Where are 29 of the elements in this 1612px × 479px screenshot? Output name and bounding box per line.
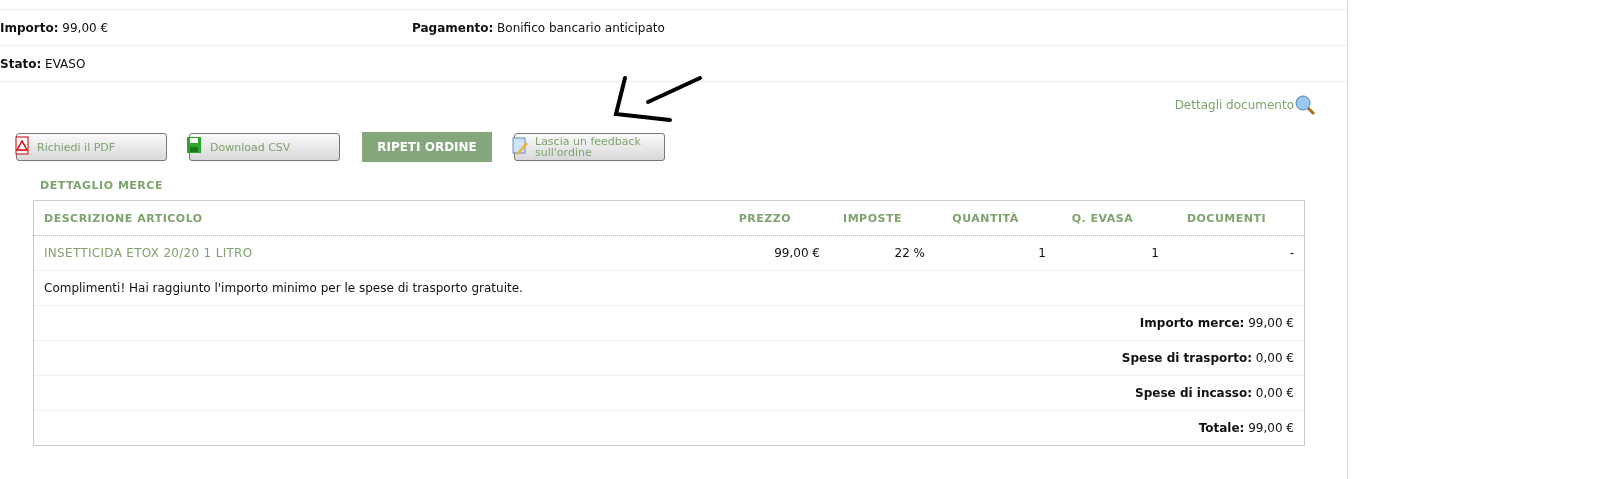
pdf-icon: [13, 136, 31, 156]
table-cell-text: 1: [1150, 246, 1159, 260]
repeat-order-button[interactable]: RIPETI ORDINE: [362, 132, 492, 162]
table-cell-text: 99,00 €: [773, 246, 820, 260]
section-title: DETTAGLIO MERCE: [39, 178, 164, 192]
total-line: Totale: 99,00 €: [1198, 421, 1294, 435]
csv-button[interactable]: Download CSV: [189, 133, 340, 161]
total-line: Importo merce: 99,00 €: [1139, 316, 1294, 330]
column-header: DOCUMENTI: [1185, 211, 1268, 225]
column-header: DESCRIZIONE ARTICOLO: [44, 211, 204, 225]
product-link[interactable]: INSETTICIDA ETOX 20/20 1 LITRO: [44, 246, 710, 260]
column-header: QUANTITÀ: [951, 211, 1020, 225]
column-header: PREZZO: [737, 211, 793, 225]
notepad-pencil-icon: [511, 136, 529, 156]
table-cell-text: -: [1288, 246, 1294, 260]
column-header: IMPOSTE: [842, 211, 903, 225]
document-details-link[interactable]: Dettagli documento: [1174, 94, 1316, 116]
table-cell-text: 1: [1037, 246, 1046, 260]
info-text: Stato: EVASO: [0, 56, 87, 71]
column-header: Q. EVASA: [1070, 211, 1135, 225]
feedback-button[interactable]: Lascia un feedback sull'ordine: [514, 133, 665, 161]
info-text: Pagamento: Bonifico bancario anticipato: [412, 20, 666, 35]
table-cell-text: 22 %: [893, 246, 925, 260]
pdf-button[interactable]: Richiedi il PDF: [16, 133, 167, 161]
info-text: Importo: 99,00 €: [0, 20, 110, 35]
shipping-note: Complimenti! Hai raggiunto l'importo minimo per le spese di trasporto gratuite.: [44, 281, 523, 295]
total-line: Spese di trasporto: 0,00 €: [1121, 351, 1294, 365]
search-icon: [1294, 94, 1316, 116]
total-line: Spese di incasso: 0,00 €: [1135, 386, 1294, 400]
